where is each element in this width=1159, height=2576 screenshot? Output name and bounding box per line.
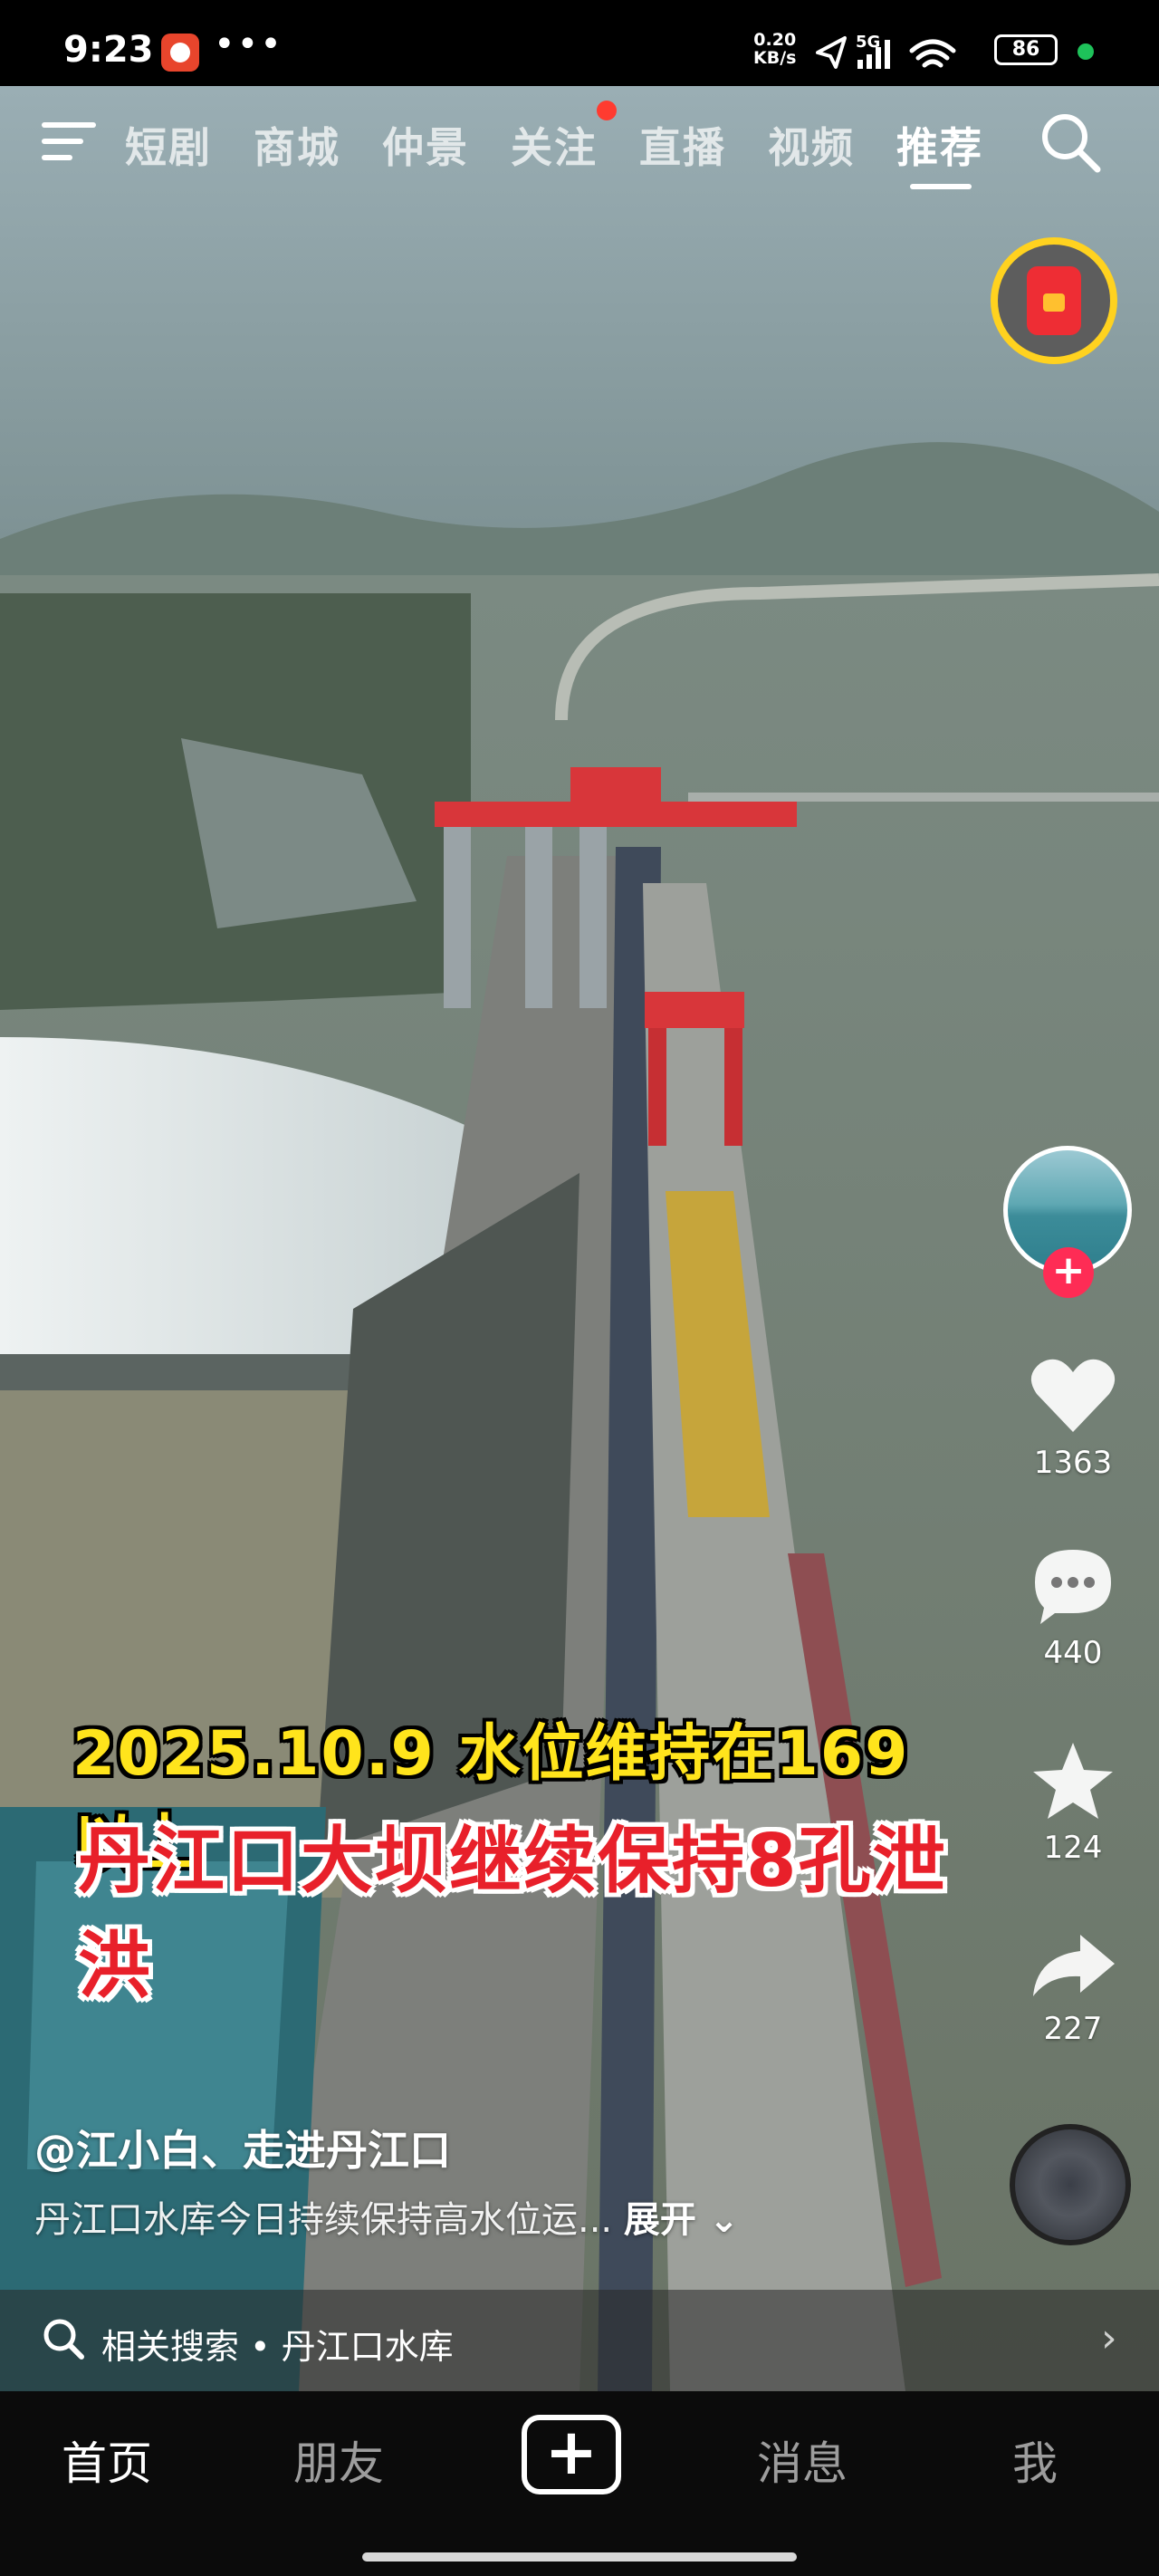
- privacy-indicator-dot: [1078, 43, 1094, 60]
- status-icons: 5G: [816, 33, 956, 69]
- create-post-button[interactable]: +: [522, 2415, 621, 2494]
- favorite-action[interactable]: 124: [996, 1739, 1150, 1866]
- status-time: 9:23: [63, 29, 154, 71]
- network-speed-unit: KB/s: [753, 48, 797, 68]
- wifi-icon: [909, 39, 956, 68]
- following-notification-dot: [597, 101, 617, 120]
- nav-home[interactable]: 首页: [62, 2427, 152, 2493]
- tab-videos[interactable]: 视频: [768, 115, 855, 175]
- description-text: 丹江口水库今日持续保持高水位运...: [34, 2199, 613, 2241]
- video-frame-dam: [0, 86, 1159, 2391]
- status-more-dots: •••: [214, 24, 283, 65]
- share-arrow-icon: [1033, 1935, 1115, 1996]
- active-tab-underline: [910, 184, 972, 189]
- battery-indicator: 86: [994, 34, 1058, 65]
- tab-recommended[interactable]: 推荐: [896, 115, 983, 175]
- tab-mall[interactable]: 商城: [254, 115, 340, 175]
- tab-short-drama[interactable]: 短剧: [125, 115, 212, 175]
- comment-action[interactable]: 440: [996, 1544, 1150, 1671]
- tab-zhongjing[interactable]: 仲景: [382, 115, 469, 175]
- home-indicator[interactable]: [362, 2552, 797, 2562]
- battery-level: 86: [1011, 38, 1040, 61]
- heart-icon: [1030, 1359, 1116, 1432]
- app-notification-icon: [161, 34, 199, 72]
- tab-live[interactable]: 直播: [639, 115, 726, 175]
- video-description[interactable]: 丹江口水库今日持续保持高水位运... 展开 ⌄: [34, 2190, 739, 2243]
- share-action[interactable]: 227: [996, 1929, 1150, 2047]
- nav-friends[interactable]: 朋友: [293, 2427, 384, 2493]
- video-player[interactable]: [0, 86, 1159, 2391]
- network-speed: 0.20 KB/s: [753, 31, 796, 67]
- related-search-text: 相关搜索 • 丹江口水库: [101, 2327, 454, 2367]
- tab-following[interactable]: 关注: [511, 115, 598, 175]
- related-search-bar[interactable]: 相关搜索 • 丹江口水库 ›: [0, 2290, 1159, 2391]
- expand-link[interactable]: 展开 ⌄: [624, 2199, 739, 2241]
- like-count: 1363: [1033, 1445, 1113, 1481]
- bottom-nav: 首页 朋友 + 消息 我: [0, 2391, 1159, 2576]
- search-icon: [43, 2319, 84, 2360]
- comment-icon: [1035, 1550, 1111, 1624]
- like-action[interactable]: 1363: [996, 1354, 1150, 1481]
- menu-icon[interactable]: [42, 119, 100, 164]
- status-bar: 9:23 ••• 0.20 KB/s 5G 86: [0, 0, 1159, 86]
- music-disc-icon[interactable]: [1010, 2124, 1131, 2245]
- location-arrow-icon: [816, 36, 847, 69]
- top-nav: 短剧 商城 仲景 关注 直播 视频 推荐: [0, 86, 1159, 204]
- video-caption-headline: 丹江口大坝继续保持8孔泄洪: [78, 1819, 947, 2008]
- author-name[interactable]: @江小白、走进丹江口: [34, 2118, 451, 2177]
- red-packet-reward-icon[interactable]: [991, 237, 1117, 364]
- star-icon: [1033, 1743, 1113, 1819]
- comment-count: 440: [1043, 1635, 1103, 1671]
- network-speed-value: 0.20: [753, 30, 797, 50]
- follow-button[interactable]: +: [1043, 1247, 1094, 1298]
- chevron-right-icon: ›: [1101, 2315, 1117, 2361]
- nav-messages[interactable]: 消息: [757, 2427, 848, 2493]
- nav-me[interactable]: 我: [1012, 2427, 1058, 2493]
- search-icon[interactable]: [1039, 111, 1103, 175]
- share-count: 227: [1043, 2011, 1103, 2047]
- favorite-count: 124: [1043, 1830, 1103, 1866]
